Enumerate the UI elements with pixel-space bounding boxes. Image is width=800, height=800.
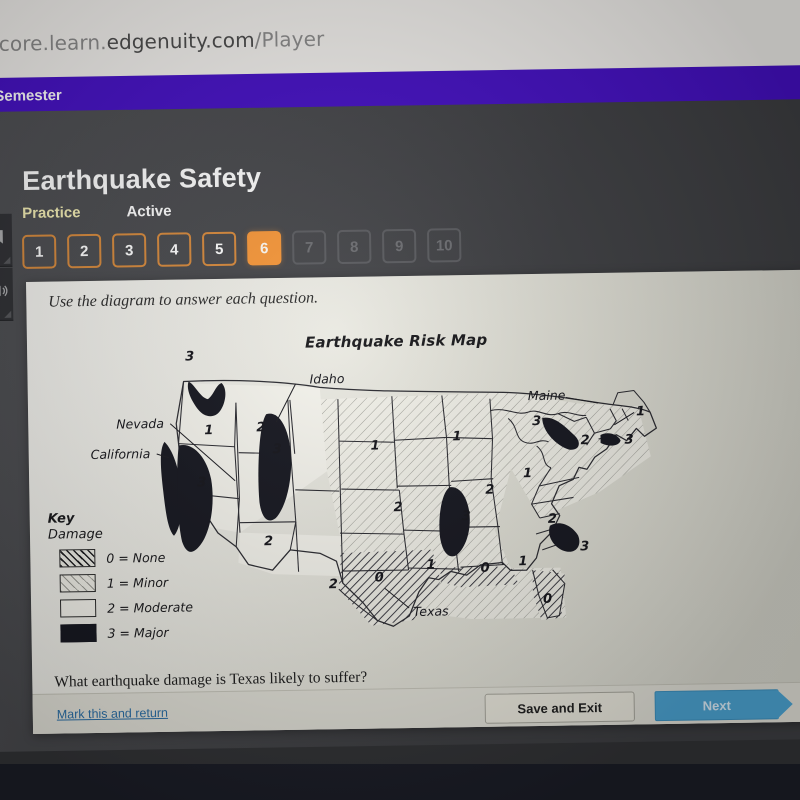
legend-label-none: 0 = None bbox=[106, 549, 166, 566]
risk-label-california: 3 bbox=[197, 475, 207, 491]
question-chip-5[interactable]: 5 bbox=[201, 231, 237, 267]
question-text: What earthquake damage is Texas likely t… bbox=[54, 668, 368, 691]
url-text: core.learn.edgenuity.com/Player bbox=[0, 27, 325, 56]
legend-title: Key bbox=[47, 511, 75, 527]
legend-swatch-none bbox=[59, 548, 96, 568]
save-and-exit-button[interactable]: Save and Exit bbox=[484, 691, 635, 724]
risk-label-appalachia: 1 bbox=[522, 466, 533, 482]
question-chip-2[interactable]: 2 bbox=[66, 233, 102, 269]
risk-label-washington: 3 bbox=[185, 349, 195, 365]
risk-label-maine: 1 bbox=[635, 404, 646, 420]
risk-label-west-ny: 3 bbox=[532, 413, 542, 430]
bookmark-icon bbox=[0, 228, 8, 246]
risk-label-charleston: 3 bbox=[580, 539, 590, 555]
rail-corner-marker bbox=[3, 256, 11, 264]
audio-icon bbox=[0, 282, 9, 300]
risk-label-texas: 0 bbox=[374, 570, 384, 586]
url-prefix: core.learn. bbox=[0, 30, 107, 56]
question-chip-9: 9 bbox=[381, 228, 417, 264]
risk-label-upper-midwest: 1 bbox=[452, 429, 462, 445]
rail-corner-marker bbox=[4, 310, 12, 318]
map-label-california: California bbox=[90, 446, 151, 463]
question-navigator: 1 2 3 4 5 6 7 8 9 10 bbox=[22, 228, 462, 269]
instruction-text: Use the diagram to answer each question. bbox=[48, 289, 319, 311]
risk-label-florida: 0 bbox=[542, 591, 553, 607]
legend-row-major: 3 = Major bbox=[49, 622, 193, 643]
risk-label-carolinas: 2 bbox=[547, 511, 557, 527]
risk-label-new-england: 3 bbox=[624, 432, 634, 448]
risk-label-new-york: 2 bbox=[580, 433, 590, 449]
risk-label-southwest: 2 bbox=[263, 534, 274, 550]
legend-row-minor: 1 = Minor bbox=[49, 572, 193, 593]
mode-label: Practice bbox=[22, 204, 81, 222]
risk-label-louisiana: 1 bbox=[426, 557, 436, 573]
legend-swatch-minor bbox=[59, 573, 96, 593]
rail-button-bookmark[interactable] bbox=[0, 213, 13, 268]
earthquake-risk-map-figure: Earthquake Risk Map Idaho Nevada Califor… bbox=[37, 315, 742, 656]
monitor-bezel bbox=[0, 764, 800, 800]
legend-swatch-major bbox=[60, 623, 97, 643]
risk-label-west-texas: 2 bbox=[328, 577, 338, 593]
risk-label-intermountain: 3 bbox=[272, 442, 282, 458]
question-chip-6[interactable]: 6 bbox=[246, 230, 282, 266]
question-chip-4[interactable]: 4 bbox=[156, 232, 192, 267]
risk-label-central: 2 bbox=[393, 500, 403, 516]
map-legend: Key Damage 0 = None 1 = Minor 2 = Modera… bbox=[47, 509, 194, 643]
risk-label-norcal: 1 bbox=[204, 423, 214, 439]
rail-button-audio[interactable] bbox=[0, 267, 14, 322]
content-card: Use the diagram to answer each question.… bbox=[26, 269, 800, 734]
question-chip-10: 10 bbox=[426, 228, 462, 263]
risk-label-ohio-valley: 2 bbox=[485, 482, 495, 498]
risk-label-north-plains: 1 bbox=[370, 438, 380, 454]
risk-label-gulf: 0 bbox=[480, 560, 490, 576]
screenshot-root: core.learn.edgenuity.com/Player Semester… bbox=[0, 0, 800, 800]
risk-label-idaho: 2 bbox=[256, 420, 266, 436]
breadcrumb[interactable]: Semester bbox=[0, 87, 62, 105]
question-chip-7: 7 bbox=[291, 230, 327, 265]
mark-and-return-link[interactable]: Mark this and return bbox=[57, 706, 168, 722]
url-domain: edgenuity.com bbox=[106, 27, 255, 55]
question-chip-3[interactable]: 3 bbox=[111, 233, 147, 268]
legend-row-moderate: 2 = Moderate bbox=[49, 597, 194, 618]
map-label-maine: Maine bbox=[527, 387, 566, 404]
risk-label-georgia: 1 bbox=[518, 554, 528, 570]
url-path: /Player bbox=[254, 26, 325, 52]
legend-label-major: 3 = Major bbox=[107, 624, 169, 641]
map-label-nevada: Nevada bbox=[116, 415, 165, 432]
risk-label-new-madrid: 3 bbox=[461, 509, 471, 525]
page-title: Earthquake Safety bbox=[22, 162, 262, 196]
question-chip-1[interactable]: 1 bbox=[22, 234, 57, 269]
map-label-idaho: Idaho bbox=[309, 371, 345, 387]
lesson-status-row: Practice Active bbox=[22, 203, 172, 223]
legend-row-none: 0 = None bbox=[48, 547, 192, 568]
legend-label-moderate: 2 = Moderate bbox=[107, 598, 194, 616]
next-button[interactable]: Next bbox=[654, 689, 779, 722]
question-chip-8: 8 bbox=[336, 229, 372, 265]
status-label: Active bbox=[126, 202, 172, 221]
legend-swatch-moderate bbox=[59, 598, 97, 618]
legend-subtitle: Damage bbox=[47, 526, 103, 543]
legend-label-minor: 1 = Minor bbox=[106, 574, 169, 591]
map-label-texas: Texas bbox=[413, 603, 449, 619]
